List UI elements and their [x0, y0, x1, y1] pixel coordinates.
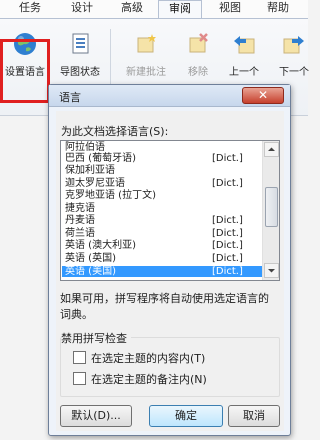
list-item[interactable]: 巴西 (葡萄牙语) [Dict.] — [62, 153, 264, 164]
checkbox-topic-content[interactable]: 在选定主题的内容内(T) — [73, 350, 205, 366]
cancel-button[interactable]: 取消 — [228, 405, 280, 427]
tab-review[interactable]: 审阅 — [158, 0, 202, 18]
scroll-thumb[interactable] — [265, 187, 278, 227]
checkbox-box[interactable] — [73, 351, 86, 364]
scroll-down-button[interactable] — [264, 263, 279, 278]
close-icon: ✕ — [257, 88, 269, 102]
language-prompt: 为此文档选择语言(S): — [61, 125, 169, 138]
close-button[interactable]: ✕ — [242, 87, 284, 104]
map-status-label: 导图状态 — [60, 67, 100, 78]
dialog-body: 为此文档选择语言(S): 阿拉伯语 巴西 (葡萄牙语) [Dict.] 保加利亚语… — [56, 111, 284, 431]
tab-advanced[interactable]: 高级 — [112, 0, 152, 18]
list-item[interactable]: 英语 (澳大利亚) [Dict.] — [62, 240, 264, 251]
ok-button[interactable]: 确定 — [149, 405, 223, 427]
language-list[interactable]: 阿拉伯语 巴西 (葡萄牙语) [Dict.] 保加利亚语 迦太罗尼亚语 [Dict.… — [60, 140, 280, 281]
list-item[interactable]: 丹麦语 [Dict.] — [62, 215, 264, 226]
disable-spellcheck-group: 禁用拼写检查 在选定主题的内容内(T) 在选定主题的备注内(N) — [60, 330, 280, 397]
tab-view[interactable]: 视图 — [210, 0, 250, 18]
new-comment-label: 新建批注 — [126, 67, 166, 78]
dictionary-note: 如果可用，拼写程序将自动使用选定语言的词典。 — [60, 292, 269, 321]
language-dialog: 语言 ✕ 为此文档选择语言(S): 阿拉伯语 巴西 (葡萄牙语) [Dict.] … — [48, 84, 291, 436]
status-icon — [72, 33, 89, 54]
list-item[interactable]: 英语 (英国) [Dict.] — [62, 253, 264, 264]
checkbox-topic-notes[interactable]: 在选定主题的备注内(N) — [73, 371, 207, 387]
list-item[interactable]: 克罗地亚语 (拉丁文) — [62, 190, 264, 201]
remove-comment-label: 移除 — [188, 67, 208, 78]
new-comment-button[interactable]: 新建批注 — [118, 31, 174, 78]
chevron-up-icon — [268, 147, 275, 151]
remove-comment-icon — [189, 33, 208, 53]
next-icon — [283, 36, 304, 54]
list-item[interactable]: 保加利亚语 — [62, 165, 264, 176]
chevron-down-icon — [268, 269, 275, 273]
remove-comment-button[interactable]: 移除 — [178, 31, 218, 78]
previous-icon — [234, 36, 255, 54]
list-item[interactable]: 阿拉伯语 — [62, 142, 264, 153]
list-item-selected[interactable]: 英语 (美国) [Dict.] — [62, 266, 264, 277]
map-status-button[interactable]: 导图状态 — [55, 31, 105, 78]
tab-task[interactable]: 任务 — [10, 0, 50, 18]
group-title: 禁用拼写检查 — [61, 330, 131, 346]
scroll-up-button[interactable] — [264, 142, 279, 157]
tab-design[interactable]: 设计 — [62, 0, 102, 18]
list-item[interactable]: 捷克语 — [62, 203, 264, 214]
next-label: 下一个 — [279, 67, 309, 78]
default-button[interactable]: 默认(D)... — [60, 405, 132, 427]
ribbon-tabs: 任务 设计 高级 审阅 视图 帮助 — [0, 0, 308, 18]
list-item[interactable]: 荷兰语 [Dict.] — [62, 228, 264, 239]
next-button[interactable]: 下一个 — [272, 31, 316, 78]
previous-button[interactable]: 上一个 — [222, 31, 266, 78]
new-comment-icon — [137, 34, 156, 53]
ribbon-separator — [110, 29, 111, 89]
list-scrollbar[interactable] — [262, 141, 279, 280]
previous-label: 上一个 — [229, 67, 259, 78]
list-item[interactable]: 迦太罗尼亚语 [Dict.] — [62, 178, 264, 189]
dialog-title: 语言 — [59, 91, 81, 104]
dialog-titlebar[interactable]: 语言 ✕ — [49, 85, 290, 107]
tab-help[interactable]: 帮助 — [258, 0, 298, 18]
highlight-box — [0, 39, 50, 103]
checkbox-box[interactable] — [73, 372, 86, 385]
